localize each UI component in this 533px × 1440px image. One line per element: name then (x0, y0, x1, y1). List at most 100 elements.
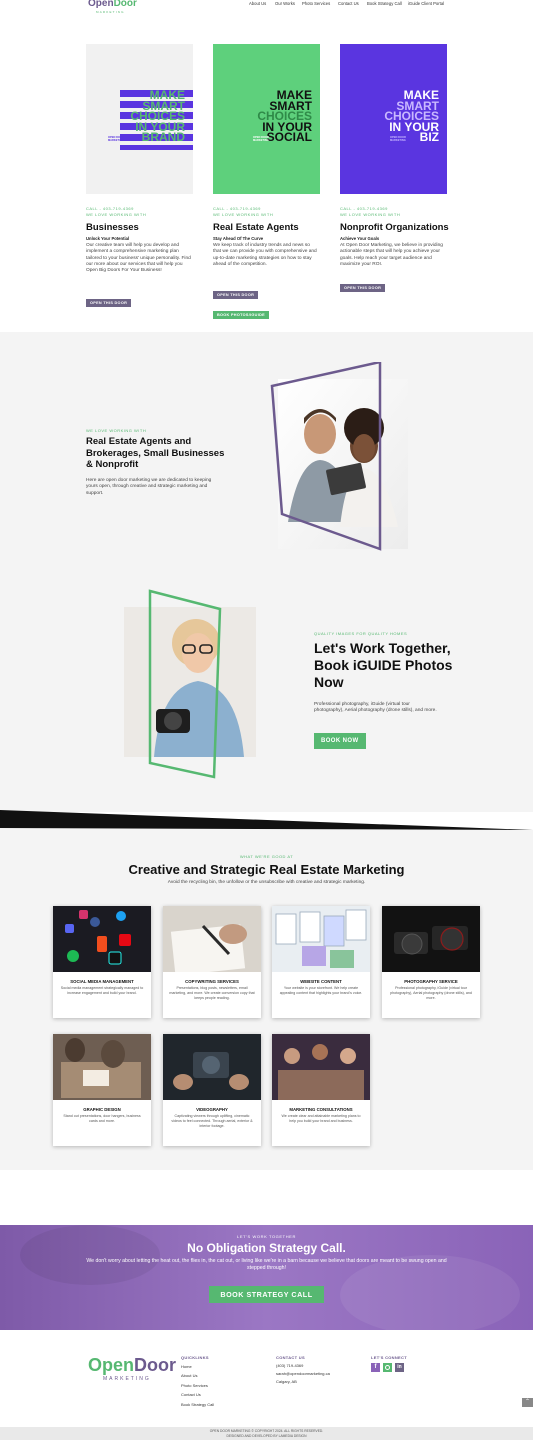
card-phone[interactable]: CALL - 403-719-4369 (86, 206, 134, 211)
footer-logo[interactable]: OpenDoor (88, 1355, 176, 1376)
service-desc: Your website is your storefront. We help… (279, 986, 363, 995)
website-photo (272, 906, 370, 972)
linkedin-icon[interactable]: in (395, 1363, 404, 1372)
about-section: WE LOVE WORKING WITH Real Estate Agents … (0, 332, 533, 812)
contact-title: CONTACT US (276, 1355, 305, 1360)
book-now-button[interactable]: BOOK NOW (314, 733, 366, 749)
couple-photo (270, 362, 408, 551)
nav-photo[interactable]: Photo Services (302, 1, 330, 6)
service-title: MARKETING CONSULTATIONS (289, 1107, 353, 1112)
card-image-realestate: MAKE SMART CHOICES IN YOUR SOCIAL OPEN D… (213, 44, 320, 194)
logo-subtitle: MARKETING (96, 10, 125, 14)
nav-works[interactable]: Our Works (275, 1, 295, 6)
open-door-button[interactable]: OPEN THIS DOOR (340, 284, 386, 292)
card-subtitle: Unlock Your Potential (86, 236, 130, 241)
developer-text[interactable]: DESIGNED AND DEVELOPED BY LAMEDIA DESIGN (0, 1434, 533, 1438)
graphic-design-photo (53, 1034, 151, 1100)
service-card[interactable]: COPYWRITING SERVICES Presentations, blog… (163, 906, 261, 1018)
service-card[interactable]: WEBSITE CONTENT Your website is your sto… (272, 906, 370, 1018)
open-door-button[interactable]: OPEN THIS DOOR (86, 299, 132, 307)
card-phone[interactable]: CALL - 403-719-4369 (340, 206, 388, 211)
site-header: OpenDoor MARKETING About Us Our Works Ph… (0, 0, 533, 18)
service-card[interactable]: VIDEOGRAPHY Captivating viewers through … (163, 1034, 261, 1146)
quicklinks-title: QUICKLINKS (181, 1355, 209, 1360)
card-title: Nonprofit Organizations (340, 222, 449, 233)
card-body: We keep track of industry trends and new… (213, 243, 317, 267)
instagram-icon[interactable] (383, 1363, 392, 1372)
card-body: At Open Door Marketing, we believe in pr… (340, 243, 443, 267)
social-media-photo (53, 906, 151, 972)
photo-title: Let's Work Together, Book iGUIDE Photos … (314, 640, 453, 690)
footer-logo-door: Door (134, 1355, 177, 1375)
footer-link-strategy[interactable]: Book Strategy Call (181, 1402, 214, 1407)
service-card[interactable]: GRAPHIC DESIGN Stand out presentations, … (53, 1034, 151, 1146)
services-title: Creative and Strategic Real Estate Marke… (128, 862, 405, 877)
scroll-top-icon[interactable]: ⌃ (522, 1398, 533, 1407)
footer-phone[interactable]: (403) 719-4369 (276, 1363, 303, 1368)
footer-logo-subtitle: MARKETING (103, 1376, 151, 1382)
service-title: GRAPHIC DESIGN (83, 1107, 121, 1112)
nav-contact[interactable]: Contact Us (338, 1, 359, 6)
footer-link-home[interactable]: Home (181, 1364, 192, 1369)
service-title: WEBSITE CONTENT (300, 979, 342, 984)
service-desc: Presentations, blog posts, newsletters, … (169, 986, 255, 1000)
footer-link-contact[interactable]: Contact Us (181, 1392, 201, 1397)
card-image-businesses: MAKE SMART CHOICES IN YOUR BRAND OPEN DO… (86, 44, 193, 194)
cta-body: We don't worry about letting the heat ou… (86, 1258, 447, 1271)
about-body: Here are open door marketing we are dedi… (86, 478, 212, 496)
services-subtitle: Avoid the recycling bin, the unfollow or… (167, 880, 366, 885)
logo-door: Door (113, 0, 137, 9)
service-title: SOCIAL MEDIA MANAGEMENT (70, 979, 134, 984)
nav-strategy[interactable]: Book Strategy Call (367, 1, 402, 6)
logo-open: Open (88, 0, 114, 9)
connect-title: LET'S CONNECT (371, 1355, 407, 1360)
photo-body: Professional photography, iGuide (virtua… (314, 702, 437, 714)
service-card[interactable]: MARKETING CONSULTATIONS We create clear … (272, 1034, 370, 1146)
card-phone[interactable]: CALL - 403-719-4369 (213, 206, 261, 211)
photo-kicker: QUALITY IMAGES FOR QUALITY HOMES (314, 631, 408, 636)
logo[interactable]: OpenDoor (88, 0, 137, 9)
service-desc: Professional photography, iGuide (virtua… (390, 986, 472, 1000)
about-kicker: WE LOVE WORKING WITH (86, 428, 147, 433)
open-door-button[interactable]: OPEN THIS DOOR (213, 291, 259, 299)
service-title: PHOTOGRAPHY SERVICE (404, 979, 458, 984)
consultation-photo (272, 1034, 370, 1100)
facebook-icon[interactable]: f (371, 1363, 380, 1372)
card-subtitle: Achieve Your Goals (340, 236, 380, 241)
service-card[interactable]: SOCIAL MEDIA MANAGEMENT Social media man… (53, 906, 151, 1018)
service-card[interactable]: PHOTOGRAPHY SERVICE Professional photogr… (382, 906, 480, 1018)
copyright-text: OPEN DOOR MARKETING © COPYRIGHT 2024. AL… (209, 1429, 324, 1433)
book-strategy-call-button[interactable]: BOOK STRATEGY CALL (209, 1286, 324, 1303)
services-kicker: WHAT WE'RE GOOD AT (239, 854, 294, 859)
photography-photo (382, 906, 480, 972)
nav-iguide[interactable]: iGuide Client Portal (408, 1, 444, 6)
service-title: COPYWRITING SERVICES (185, 979, 239, 984)
card-body: Our creative team will help you develop … (86, 243, 191, 274)
footer-logo-open: Open (88, 1355, 135, 1375)
footer-link-photo[interactable]: Photo Services (181, 1383, 208, 1388)
about-title: Real Estate Agents and Brokerages, Small… (86, 436, 225, 470)
book-photos-button[interactable]: BOOK PHOTOS/IGUIDE (213, 311, 269, 319)
service-desc: Stand out presentations, door hangers, b… (63, 1114, 141, 1123)
service-desc: Captivating viewers through uplifting, c… (171, 1114, 253, 1128)
nav-about[interactable]: About Us (249, 1, 266, 6)
cta-title: No Obligation Strategy Call. (187, 1241, 346, 1255)
footer-email[interactable]: sarah@opendoormarketing.ca (276, 1371, 330, 1376)
footer-location: Calgary, AB (276, 1379, 297, 1384)
service-desc: Social media management strategically ma… (60, 986, 144, 995)
card-image-line: BRAND (141, 130, 185, 144)
card-image-small: OPEN DOOR MARKETING (390, 136, 406, 142)
footer-link-about[interactable]: About Us (181, 1373, 197, 1378)
site-footer: OpenDoor MARKETING QUICKLINKS Home About… (0, 1330, 533, 1427)
card-image-nonprofit: MAKE SMART CHOICES IN YOUR BIZ OPEN DOOR… (340, 44, 447, 194)
service-title: VIDEOGRAPHY (196, 1107, 228, 1112)
card-title: Businesses (86, 222, 139, 233)
videography-photo (163, 1034, 261, 1100)
photographer-photo (124, 589, 256, 779)
card-image-small: OPEN DOOR MARKETING (253, 136, 269, 142)
cta-section: LET'S WORK TOGETHER No Obligation Strate… (0, 1225, 533, 1330)
cta-kicker: LET'S WORK TOGETHER (237, 1234, 296, 1239)
card-subtitle: Stay Ahead Of The Curve (213, 236, 264, 241)
service-desc: We create clear and attainable marketing… (281, 1114, 361, 1123)
card-image-small: OPEN DOOR MARKETING (108, 136, 124, 142)
